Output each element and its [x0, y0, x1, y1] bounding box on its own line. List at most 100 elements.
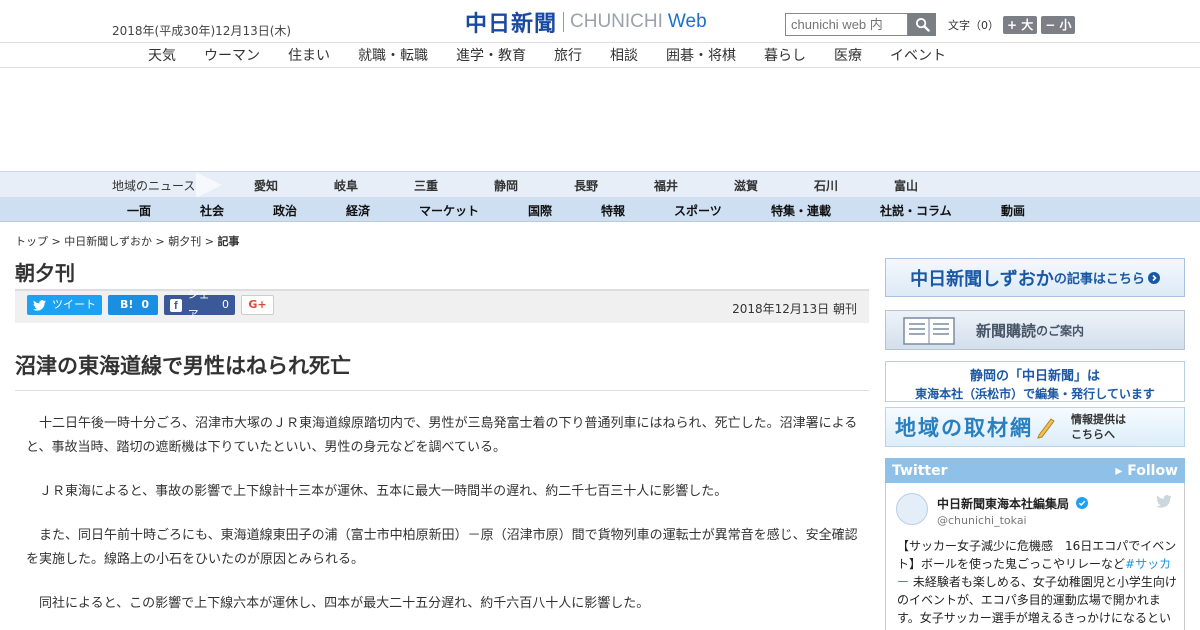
banner4-info-line2: こちらへ: [1071, 428, 1115, 441]
twitter-widget-title: Twitter: [892, 462, 948, 479]
article-body: 十二日午後一時十分ごろ、沼津市大塚のＪＲ東海道線原踏切内で、男性が三島発富士着の…: [26, 412, 858, 630]
headline-divider: [15, 390, 869, 391]
breadcrumb-top[interactable]: トップ: [15, 235, 48, 248]
nav-medical[interactable]: 医療: [834, 45, 862, 65]
publish-date: 2018年12月13日 朝刊: [732, 302, 857, 316]
pencil-icon: [1037, 418, 1055, 439]
hatena-count: 0: [141, 298, 150, 311]
region-toyama[interactable]: 富山: [894, 177, 918, 194]
nav-living[interactable]: 暮らし: [764, 45, 806, 65]
search-button[interactable]: [908, 13, 936, 36]
cat-society[interactable]: 社会: [200, 202, 224, 219]
tweet-button[interactable]: ツイート: [27, 295, 102, 315]
tweet-text: 【サッカー女子減少に危機感 16日エコパでイベント】ボールを使った鬼ごっこやリレ…: [897, 539, 1177, 625]
article-paragraph: 十二日午後一時十分ごろ、沼津市大塚のＪＲ東海道線原踏切内で、男性が三島発富士着の…: [26, 416, 858, 455]
logo-japanese: 中日新聞: [465, 11, 558, 37]
banner4-info-line1: 情報提供は: [1071, 413, 1126, 426]
tokai-office-banner[interactable]: 静岡の「中日新聞」は 東海本社（浜松市）で編集・発行しています: [885, 361, 1185, 402]
facebook-icon: f: [170, 298, 182, 312]
region-aichi[interactable]: 愛知: [254, 177, 278, 194]
region-shiga[interactable]: 滋賀: [734, 177, 758, 194]
twitter-bird-icon: [33, 299, 46, 311]
banner4-info: 情報提供は こちらへ: [1071, 412, 1126, 442]
twitter-widget-header: Twitter ▸ Follow: [885, 458, 1185, 483]
cat-editorial[interactable]: 社説・コラム: [880, 202, 952, 219]
cat-economy[interactable]: 経済: [346, 202, 370, 219]
banner3-line2: 東海本社（浜松市）で編集・発行しています: [915, 387, 1155, 401]
nav-events[interactable]: イベント: [890, 45, 946, 65]
shizuoka-articles-banner[interactable]: 中日新聞しずおか の記事はこちら: [885, 258, 1185, 297]
newspaper-icon: [903, 317, 955, 345]
cat-special-report[interactable]: 特報: [601, 202, 625, 219]
site-search: [785, 13, 936, 36]
subscription-banner[interactable]: 新聞購読 のご案内: [885, 310, 1185, 350]
hatena-icon: B!: [120, 298, 134, 311]
article-paragraph: また、同日午前十時ごろにも、東海道線東田子の浦（富士市中柏原新田）－原（沼津市原…: [26, 528, 858, 567]
google-plus-button[interactable]: G+: [241, 295, 274, 315]
tweet-author-name[interactable]: 中日新聞東海本社編集局: [937, 495, 1089, 512]
avatar[interactable]: [896, 493, 928, 525]
site-logo[interactable]: 中日新聞 CHUNICHI Web: [465, 8, 707, 37]
tweet-label: ツイート: [52, 298, 96, 311]
logo-web: Web: [667, 11, 707, 32]
nav-travel[interactable]: 旅行: [554, 45, 582, 65]
logo-separator: [563, 12, 565, 32]
facebook-count: 0: [222, 298, 229, 311]
region-fukui[interactable]: 福井: [654, 177, 678, 194]
breadcrumb: トップ > 中日新聞しずおか > 朝夕刊 > 記事: [15, 235, 240, 248]
nav-education[interactable]: 進学・教育: [456, 45, 526, 65]
banner1-title: 中日新聞しずおか: [910, 268, 1054, 290]
region-shizuoka[interactable]: 静岡: [494, 177, 518, 194]
cat-front-page[interactable]: 一面: [127, 202, 151, 219]
twitter-follow-button[interactable]: ▸ Follow: [1115, 463, 1178, 479]
banner4-title: 地域の取材網: [895, 416, 1033, 440]
region-gifu[interactable]: 岐阜: [334, 177, 358, 194]
article-paragraph: 同社によると、この影響で上下線六本が運休し、四本が最大二十五分遅れ、約千六百八十…: [39, 596, 650, 611]
breadcrumb-editions[interactable]: 朝夕刊: [168, 235, 201, 248]
nav-igo-shogi[interactable]: 囲碁・将棋: [666, 45, 736, 65]
verified-icon: [1076, 497, 1089, 509]
region-mie[interactable]: 三重: [414, 177, 438, 194]
arrow-circle-icon: [1147, 271, 1160, 284]
logo-english: CHUNICHI: [570, 11, 663, 32]
banner1-subtitle: の記事はこちら: [1053, 272, 1145, 287]
cat-video[interactable]: 動画: [1001, 202, 1025, 219]
hatena-bookmark-button[interactable]: B! 0: [108, 295, 158, 315]
text-larger-button[interactable]: + 大: [1003, 16, 1038, 34]
nav-housing[interactable]: 住まい: [288, 45, 330, 65]
breadcrumb-shizuoka[interactable]: 中日新聞しずおか: [64, 235, 152, 248]
region-arrow: [196, 172, 222, 198]
tweet-author-handle[interactable]: @chunichi_tokai: [937, 514, 1027, 527]
nav-weather[interactable]: 天気: [148, 45, 176, 65]
share-bar: ツイート B! 0 f シェア 0 G+ 2018年12月13日 朝刊: [15, 288, 869, 323]
search-icon: [915, 17, 930, 32]
cat-market[interactable]: マーケット: [419, 202, 479, 219]
search-input[interactable]: [785, 13, 908, 36]
breadcrumb-current: 記事: [217, 235, 240, 248]
cat-sports[interactable]: スポーツ: [674, 202, 722, 219]
nav-woman[interactable]: ウーマン: [204, 45, 260, 65]
cat-features[interactable]: 特集・連載: [771, 202, 831, 219]
lifestyle-nav: 天気 ウーマン 住まい 就職・転職 進学・教育 旅行 相談 囲碁・将棋 暮らし …: [0, 42, 1200, 68]
banner2-title: 新聞購読: [976, 321, 1037, 340]
nav-consult[interactable]: 相談: [610, 45, 638, 65]
cat-politics[interactable]: 政治: [273, 202, 297, 219]
region-nagano[interactable]: 長野: [574, 177, 598, 194]
twitter-timeline: 中日新聞東海本社編集局 @chunichi_tokai 【サッカー女子減少に危機…: [885, 483, 1185, 630]
regional-network-banner[interactable]: 地域の取材網 情報提供は こちらへ: [885, 407, 1185, 447]
region-ishikawa[interactable]: 石川: [814, 177, 838, 194]
facebook-share-button[interactable]: f シェア 0: [164, 288, 235, 321]
twitter-logo-icon: [1156, 495, 1172, 508]
cat-international[interactable]: 国際: [528, 202, 552, 219]
facebook-label: シェア: [187, 288, 210, 321]
region-news-label: 地域のニュース: [112, 179, 196, 193]
text-size-label: 文字（0）: [948, 19, 999, 32]
text-smaller-button[interactable]: − 小: [1041, 16, 1076, 34]
article-headline: 沼津の東海道線で男性はねられ死亡: [15, 354, 351, 378]
region-news-bar: 地域のニュース 愛知 岐阜 三重 静岡 長野 福井 滋賀 石川 富山: [0, 171, 1200, 198]
site-header: 2018年(平成30年)12月13日(木) 中日新聞 CHUNICHI Web …: [0, 0, 1200, 42]
nav-jobs[interactable]: 就職・転職: [358, 45, 428, 65]
banner3-line1: 静岡の「中日新聞」は: [969, 369, 1100, 384]
article-paragraph: ＪＲ東海によると、事故の影響で上下線計十三本が運休、五本に最大一時間半の遅れ、約…: [39, 484, 728, 499]
banner2-subtitle: のご案内: [1036, 323, 1085, 338]
